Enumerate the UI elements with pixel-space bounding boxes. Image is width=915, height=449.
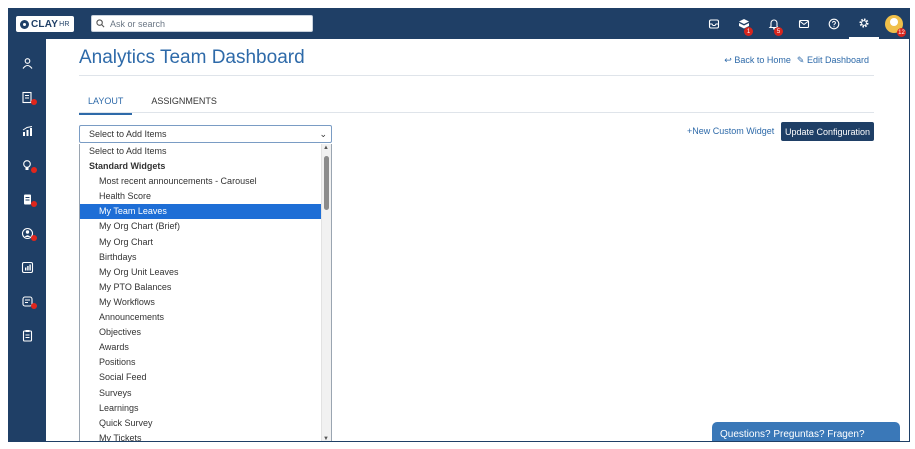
add-items-select[interactable]: Select to Add Items ⌄ xyxy=(79,125,332,143)
user-avatar-button[interactable]: 12 xyxy=(879,9,909,39)
sidebar-item-ideas[interactable] xyxy=(9,153,46,177)
help-icon xyxy=(828,18,840,30)
dropdown-option[interactable]: Learnings xyxy=(80,401,331,416)
box-button[interactable]: 1 xyxy=(729,9,759,39)
app-window: CLAY HR Ask or search 1 5 12 Analytics T… xyxy=(8,8,910,442)
dropdown-option[interactable]: Positions xyxy=(80,355,331,370)
edit-dashboard-link[interactable]: ✎ Edit Dashboard xyxy=(797,55,869,66)
chevron-down-icon: ⌄ xyxy=(319,129,327,139)
clipboard-icon xyxy=(22,329,33,342)
dropdown-option[interactable]: Objectives xyxy=(80,325,331,340)
dropdown-scrollbar[interactable]: ▲ ▼ xyxy=(321,144,331,441)
dropdown-option[interactable]: My Tickets xyxy=(80,431,331,441)
scroll-up-arrow-icon[interactable]: ▲ xyxy=(323,145,329,151)
dropdown-options: Select to Add Items Standard Widgets Most … xyxy=(80,144,331,441)
logo-text: CLAY xyxy=(31,18,59,30)
search-icon xyxy=(96,19,105,28)
mail-icon xyxy=(798,19,810,29)
pencil-icon: ✎ xyxy=(796,55,805,65)
dropdown-option[interactable]: Social Feed xyxy=(80,370,331,385)
scrollbar-thumb[interactable] xyxy=(324,156,329,210)
people-icon xyxy=(22,57,33,69)
back-to-home-label: Back to Home xyxy=(734,55,791,65)
report-icon xyxy=(21,261,34,273)
sidebar-item-profile[interactable] xyxy=(9,221,46,245)
sidebar-alert-dot xyxy=(31,99,37,105)
dropdown-option[interactable]: My Org Unit Leaves xyxy=(80,265,331,280)
notifications-button[interactable]: 5 xyxy=(759,9,789,39)
search-input[interactable]: Ask or search xyxy=(91,15,313,32)
dropdown-group-label: Standard Widgets xyxy=(89,161,166,172)
dropdown-option[interactable]: Select to Add Items xyxy=(80,144,331,159)
scroll-down-arrow-icon[interactable]: ▼ xyxy=(323,436,329,441)
inbox-button[interactable] xyxy=(699,9,729,39)
mail-button[interactable] xyxy=(789,9,819,39)
help-chat-button[interactable]: Questions? Preguntas? Fragen? xyxy=(712,422,900,441)
inbox-icon xyxy=(708,19,720,29)
back-to-home-link[interactable]: ↩ Back to Home xyxy=(724,55,791,66)
sidebar-item-reports[interactable] xyxy=(9,255,46,279)
dropdown-option[interactable]: Health Score xyxy=(80,189,331,204)
clayhr-logo[interactable]: CLAY HR xyxy=(16,16,74,32)
search-placeholder: Ask or search xyxy=(110,18,166,29)
dropdown-option[interactable]: My Team Leaves xyxy=(80,204,321,220)
edit-dashboard-label: Edit Dashboard xyxy=(806,55,869,65)
dropdown-option[interactable]: Announcements xyxy=(80,310,331,325)
back-arrow-icon: ↩ xyxy=(724,55,732,65)
sidebar-item-documents[interactable] xyxy=(9,187,46,211)
sidebar-alert-dot xyxy=(31,235,37,241)
sidebar xyxy=(9,39,46,441)
header-links: ↩ Back to Home ✎ Edit Dashboard xyxy=(724,55,869,66)
page-title: Analytics Team Dashboard xyxy=(79,47,305,68)
gear-icon xyxy=(859,18,869,28)
top-icons: 1 5 12 xyxy=(699,9,909,39)
dropdown-option[interactable]: My PTO Balances xyxy=(80,280,331,295)
dropdown-option[interactable]: Surveys xyxy=(80,386,331,401)
update-configuration-button[interactable]: Update Configuration xyxy=(781,122,874,141)
add-items-select-value: Select to Add Items xyxy=(89,129,167,139)
dropdown-option[interactable]: Awards xyxy=(80,340,331,355)
dropdown-option[interactable]: My Org Chart (Brief) xyxy=(80,219,331,234)
logo-mark-icon xyxy=(20,19,29,29)
top-bar: CLAY HR Ask or search 1 5 12 xyxy=(9,9,909,39)
sidebar-item-tasks[interactable] xyxy=(9,323,46,347)
sidebar-item-id-card[interactable] xyxy=(9,85,46,109)
dropdown-option[interactable]: Quick Survey xyxy=(80,416,331,431)
dropdown-option[interactable]: Most recent announcements - Carousel xyxy=(80,174,331,189)
analytics-icon xyxy=(22,125,33,136)
settings-button[interactable] xyxy=(849,9,879,39)
box-badge: 1 xyxy=(744,27,753,36)
dropdown-option[interactable]: My Org Chart xyxy=(80,235,331,250)
bell-badge: 5 xyxy=(774,27,783,36)
sidebar-item-timesheet[interactable] xyxy=(9,289,46,313)
logo-suffix: HR xyxy=(59,20,70,28)
avatar-badge: 12 xyxy=(897,28,906,37)
sidebar-item-analytics[interactable] xyxy=(9,119,46,143)
title-divider xyxy=(79,75,874,76)
tabs-divider xyxy=(79,112,874,113)
add-items-dropdown-list[interactable]: Select to Add Items Standard Widgets Most … xyxy=(79,144,332,441)
dropdown-option[interactable]: My Workflows xyxy=(80,295,331,310)
sidebar-alert-dot xyxy=(31,201,37,207)
sidebar-alert-dot xyxy=(31,167,37,173)
new-custom-widget-label: New Custom Widget xyxy=(692,126,775,136)
sidebar-alert-dot xyxy=(31,303,37,309)
help-button[interactable] xyxy=(819,9,849,39)
new-custom-widget-button[interactable]: +New Custom Widget xyxy=(687,126,774,136)
sidebar-item-people[interactable] xyxy=(9,51,46,75)
dropdown-option[interactable]: Birthdays xyxy=(80,250,331,265)
